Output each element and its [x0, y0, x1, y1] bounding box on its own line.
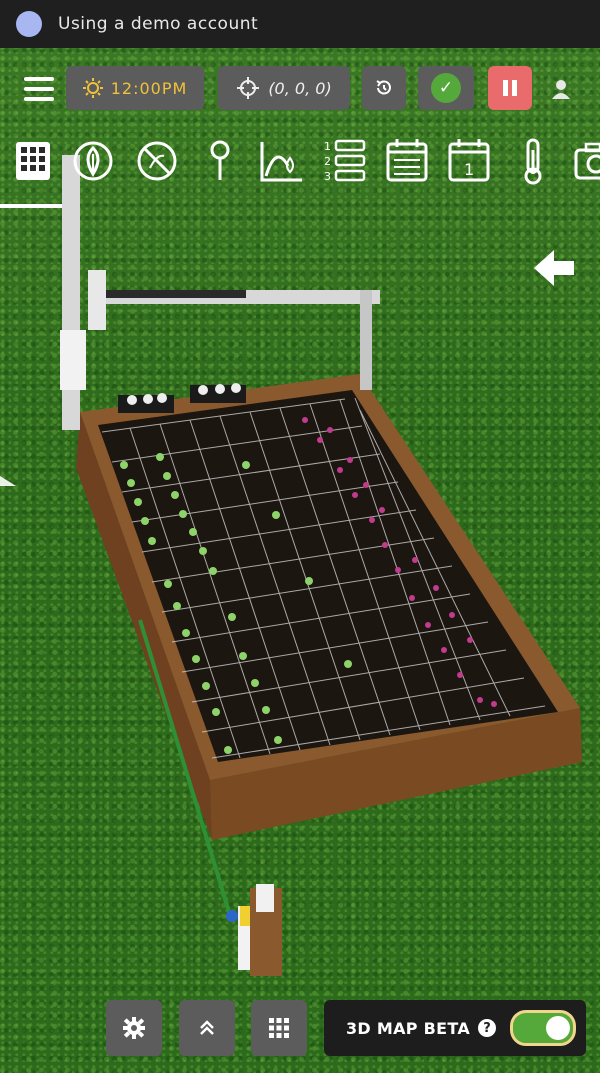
time-label: 12:00PM — [110, 78, 188, 98]
check-icon: ✓ — [431, 73, 461, 103]
svg-text:1: 1 — [464, 160, 474, 179]
thermometer-icon[interactable] — [510, 136, 556, 186]
3d-map-label: 3D MAP BETA — [346, 1018, 471, 1038]
plant-icon[interactable] — [70, 136, 116, 186]
event-icon[interactable]: 1 — [446, 136, 492, 186]
sun-icon — [82, 78, 103, 98]
double-chevron-up-icon — [200, 1020, 214, 1035]
estop-button[interactable] — [488, 66, 532, 110]
panel-tabs: 1 2 3 1 — [0, 132, 600, 192]
point-icon[interactable] — [197, 136, 243, 186]
svg-text:1: 1 — [324, 140, 331, 153]
position-label: (0, 0, 0) — [268, 78, 332, 98]
sequence-icon[interactable]: 1 2 3 — [320, 136, 366, 186]
svg-text:2: 2 — [324, 155, 331, 168]
demo-status-dot — [16, 11, 42, 37]
weed-icon[interactable] — [134, 136, 180, 186]
menu-icon[interactable] — [24, 77, 54, 101]
expand-button[interactable] — [179, 1000, 235, 1056]
navbar: 12:00PM (0, 0, 0) ✓ — [0, 64, 600, 112]
map-settings-button[interactable] — [106, 1000, 162, 1056]
back-arrow-icon[interactable] — [532, 248, 576, 288]
3d-map-toggle[interactable] — [510, 1010, 577, 1046]
time-travel-button[interactable]: 12:00PM — [66, 66, 204, 110]
grid-icon[interactable] — [10, 136, 56, 186]
camera-icon[interactable] — [572, 136, 600, 186]
history-icon — [376, 80, 391, 95]
active-tab-indicator — [0, 204, 62, 208]
apps-grid-icon — [269, 1018, 289, 1038]
demo-banner-text: Using a demo account — [58, 14, 259, 34]
bot-position-button[interactable]: (0, 0, 0) — [218, 66, 350, 110]
bottom-controls: 3D MAP BETA ? — [0, 1000, 600, 1058]
regimen-icon[interactable] — [384, 136, 430, 186]
svg-text:3: 3 — [324, 170, 331, 183]
history-button[interactable] — [362, 66, 406, 110]
account-icon[interactable] — [550, 78, 572, 100]
3d-map-toggle-panel: 3D MAP BETA ? — [324, 1000, 586, 1056]
crosshair-icon — [237, 77, 260, 99]
help-icon[interactable]: ? — [478, 1019, 497, 1037]
left-chevron-icon[interactable] — [0, 470, 18, 494]
toggle-knob — [546, 1016, 571, 1040]
gear-icon — [123, 1017, 145, 1039]
sync-button[interactable]: ✓ — [418, 66, 474, 110]
pause-icon — [503, 80, 517, 96]
apps-button[interactable] — [251, 1000, 307, 1056]
demo-banner: Using a demo account — [0, 0, 600, 48]
curve-icon[interactable] — [258, 136, 304, 186]
